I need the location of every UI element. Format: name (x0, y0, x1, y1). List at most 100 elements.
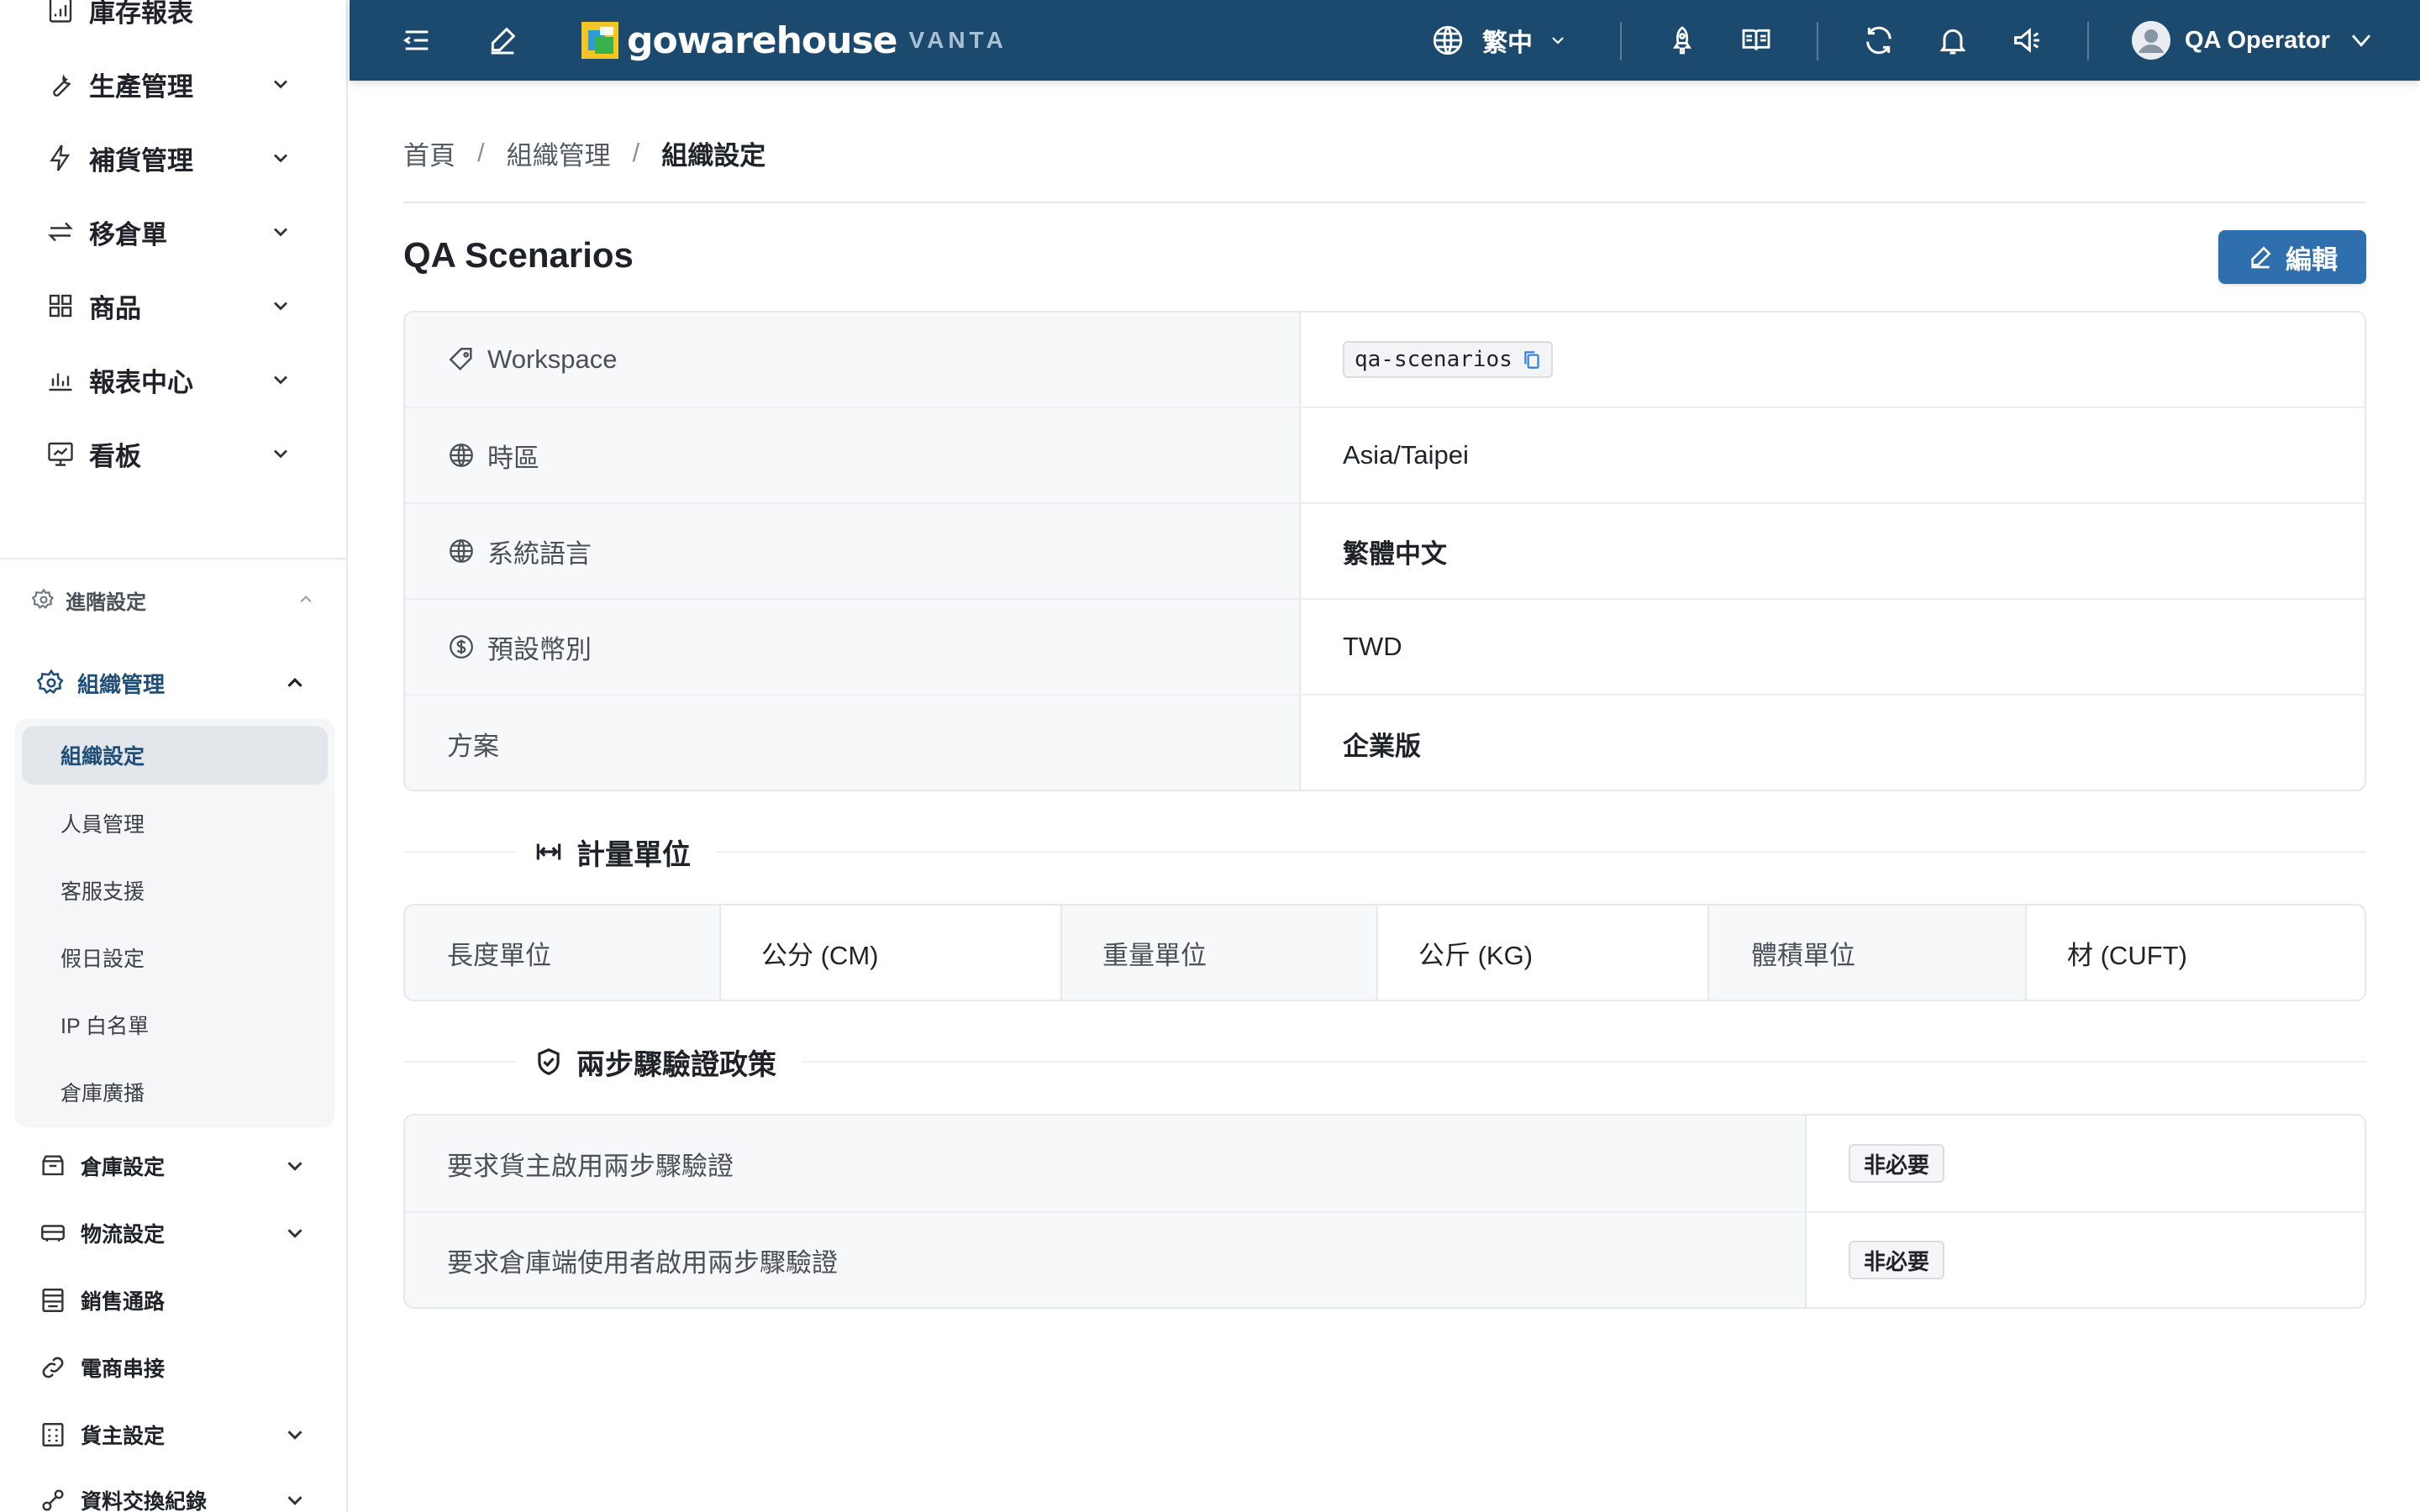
truck-icon (39, 1219, 67, 1247)
user-name: QA Operator (2185, 26, 2330, 54)
bell-icon[interactable] (1936, 24, 1970, 57)
two-factor-policy-table: 要求貨主啟用兩步驟驗證 非必要 要求倉庫端使用者啟用兩步驟驗證 非必要 (403, 1114, 2366, 1309)
chevron-down-icon (2347, 26, 2375, 55)
sidebar-item-owner-settings[interactable]: 貨主設定 (39, 1413, 308, 1457)
storefront-icon (39, 1286, 67, 1315)
info-label: 系統語言 (405, 504, 1301, 598)
topbar-divider (1817, 22, 1818, 60)
sidebar-item-report-center[interactable]: 報表中心 (0, 343, 346, 417)
dollar-circle-icon (447, 633, 476, 661)
topbar-divider (2087, 22, 2089, 60)
units-section-title: 計量單位 (403, 827, 2366, 877)
transfer-arrows-icon (45, 217, 76, 247)
copy-icon[interactable] (1521, 349, 1543, 370)
volume-unit-value: 材 (CUFT) (2067, 940, 2187, 970)
measure-width-icon (516, 836, 565, 868)
logo-subtitle: VANTA (908, 27, 1007, 53)
section-label: 進階設定 (66, 591, 146, 614)
info-row-workspace: Workspace qa-scenarios (405, 312, 2365, 408)
sidebar-item-label: 庫存報表 (89, 0, 193, 28)
length-unit-label: 長度單位 (405, 906, 721, 1000)
sidebar-section-advanced-settings[interactable]: 進階設定 (32, 583, 318, 617)
units-title: 計量單位 (516, 827, 716, 877)
refresh-icon[interactable] (1862, 24, 1896, 57)
globe-icon (1430, 23, 1465, 58)
sidebar-divider (0, 558, 346, 559)
warehouse-box-icon (39, 1152, 67, 1180)
chevron-down-icon (282, 1153, 308, 1179)
gear-icon (32, 588, 55, 612)
tag-icon (447, 345, 476, 374)
shield-check-icon (516, 1046, 565, 1078)
chevron-down-icon (269, 220, 292, 244)
info-label-text: 方案 (447, 731, 499, 761)
sidebar-item-transfer[interactable]: 移倉單 (0, 195, 346, 269)
announcement-speaker-icon[interactable] (2010, 24, 2044, 57)
edit-button-label: 編輯 (2286, 244, 2338, 275)
info-value: 企業版 (1343, 731, 1421, 761)
sidebar-item-label: 倉庫設定 (81, 1156, 166, 1179)
sidebar-item-ecommerce-integration[interactable]: 電商串接 (39, 1346, 308, 1389)
menu-toggle-icon[interactable] (400, 24, 434, 57)
info-row-timezone: 時區 Asia/Taipei (405, 408, 2365, 504)
sidebar-item-broadcast[interactable]: 倉庫廣播 (15, 1058, 334, 1126)
breadcrumb-separator: / (632, 138, 640, 167)
grid-icon (45, 291, 76, 321)
info-label: 時區 (405, 408, 1301, 502)
chevron-down-icon (269, 72, 292, 96)
sidebar-item-staff[interactable]: 人員管理 (15, 790, 334, 857)
sidebar-item-holidays[interactable]: 假日設定 (15, 924, 334, 991)
info-row-default-currency: 預設幣別 TWD (405, 600, 2365, 696)
sidebar-item-replenishment[interactable]: 補貨管理 (0, 121, 346, 195)
language-selector[interactable]: 繁中 (1430, 20, 1568, 60)
sidebar-item-dashboard[interactable]: 看板 (0, 417, 346, 491)
sidebar-item-label: 報表中心 (89, 367, 193, 397)
rocket-icon[interactable] (1665, 24, 1699, 57)
sidebar-item-label: 商品 (89, 293, 141, 323)
sidebar-item-label: 銷售通路 (81, 1290, 166, 1314)
two-factor-value: 非必要 (1808, 1213, 2365, 1307)
sidebar-item-products[interactable]: 商品 (0, 269, 346, 343)
chevron-down-icon (282, 1221, 308, 1246)
sidebar-item-data-exchange-log[interactable]: 資料交換紀錄 (39, 1478, 308, 1512)
chevron-down-icon (269, 442, 292, 465)
globe-icon (447, 441, 476, 470)
user-menu[interactable]: QA Operator (2131, 18, 2375, 62)
two-factor-value: 非必要 (1808, 1116, 2365, 1211)
book-icon[interactable] (1739, 24, 1773, 57)
breadcrumb-home[interactable]: 首頁 (403, 134, 455, 172)
chevron-down-icon (282, 1422, 308, 1447)
sidebar-item-org-settings[interactable]: 組織設定 (22, 726, 328, 785)
calculator-icon (39, 1420, 67, 1449)
sidebar-item-label: 貨主設定 (81, 1425, 166, 1448)
brand-logo[interactable]: gowarehouse VANTA (581, 18, 1007, 62)
info-label: 預設幣別 (405, 600, 1301, 694)
sidebar-item-warehouse-settings[interactable]: 倉庫設定 (39, 1144, 308, 1188)
sidebar-item-ip-whitelist[interactable]: IP 白名單 (15, 991, 334, 1058)
sidebar-item-logistics-settings[interactable]: 物流設定 (39, 1211, 308, 1255)
edit-button[interactable]: 編輯 (2218, 230, 2366, 284)
info-value: qa-scenarios (1302, 312, 2365, 407)
breadcrumb-parent[interactable]: 組織管理 (507, 134, 611, 172)
two-factor-title: 兩步驟驗證政策 (516, 1037, 802, 1087)
sidebar-item-production[interactable]: 生產管理 (0, 47, 346, 121)
sidebar-main-nav: 庫存報表 生產管理 補貨管理 移倉單 商品 報表中心 看板 (0, 0, 346, 491)
sidebar: 庫存報表 生產管理 補貨管理 移倉單 商品 報表中心 看板 進階設定 組織管理 … (0, 0, 348, 1512)
sidebar-group-organization[interactable]: 組織管理 (37, 664, 308, 702)
two-factor-section-title: 兩步驟驗證政策 (403, 1037, 2366, 1087)
info-label-text: 系統語言 (487, 538, 592, 569)
chevron-down-icon (269, 146, 292, 170)
sidebar-item-inventory-report[interactable]: 庫存報表 (0, 0, 346, 47)
info-row-plan: 方案 企業版 (405, 696, 2365, 790)
sidebar-item-support[interactable]: 客服支援 (15, 857, 334, 924)
globe-icon (447, 537, 476, 565)
logo-text: gowarehouse (627, 18, 898, 62)
two-factor-row-warehouse-user: 要求倉庫端使用者啟用兩步驟驗證 非必要 (405, 1211, 2365, 1307)
weight-unit-value: 公斤 (KG) (1378, 906, 1709, 1000)
dashboard-icon (45, 438, 76, 469)
language-label: 繁中 (1482, 29, 1533, 57)
pencil-icon[interactable] (486, 24, 519, 57)
chevron-down-icon (282, 1488, 308, 1512)
info-label-text: 時區 (487, 443, 539, 473)
sidebar-item-sales-channels[interactable]: 銷售通路 (39, 1278, 308, 1322)
